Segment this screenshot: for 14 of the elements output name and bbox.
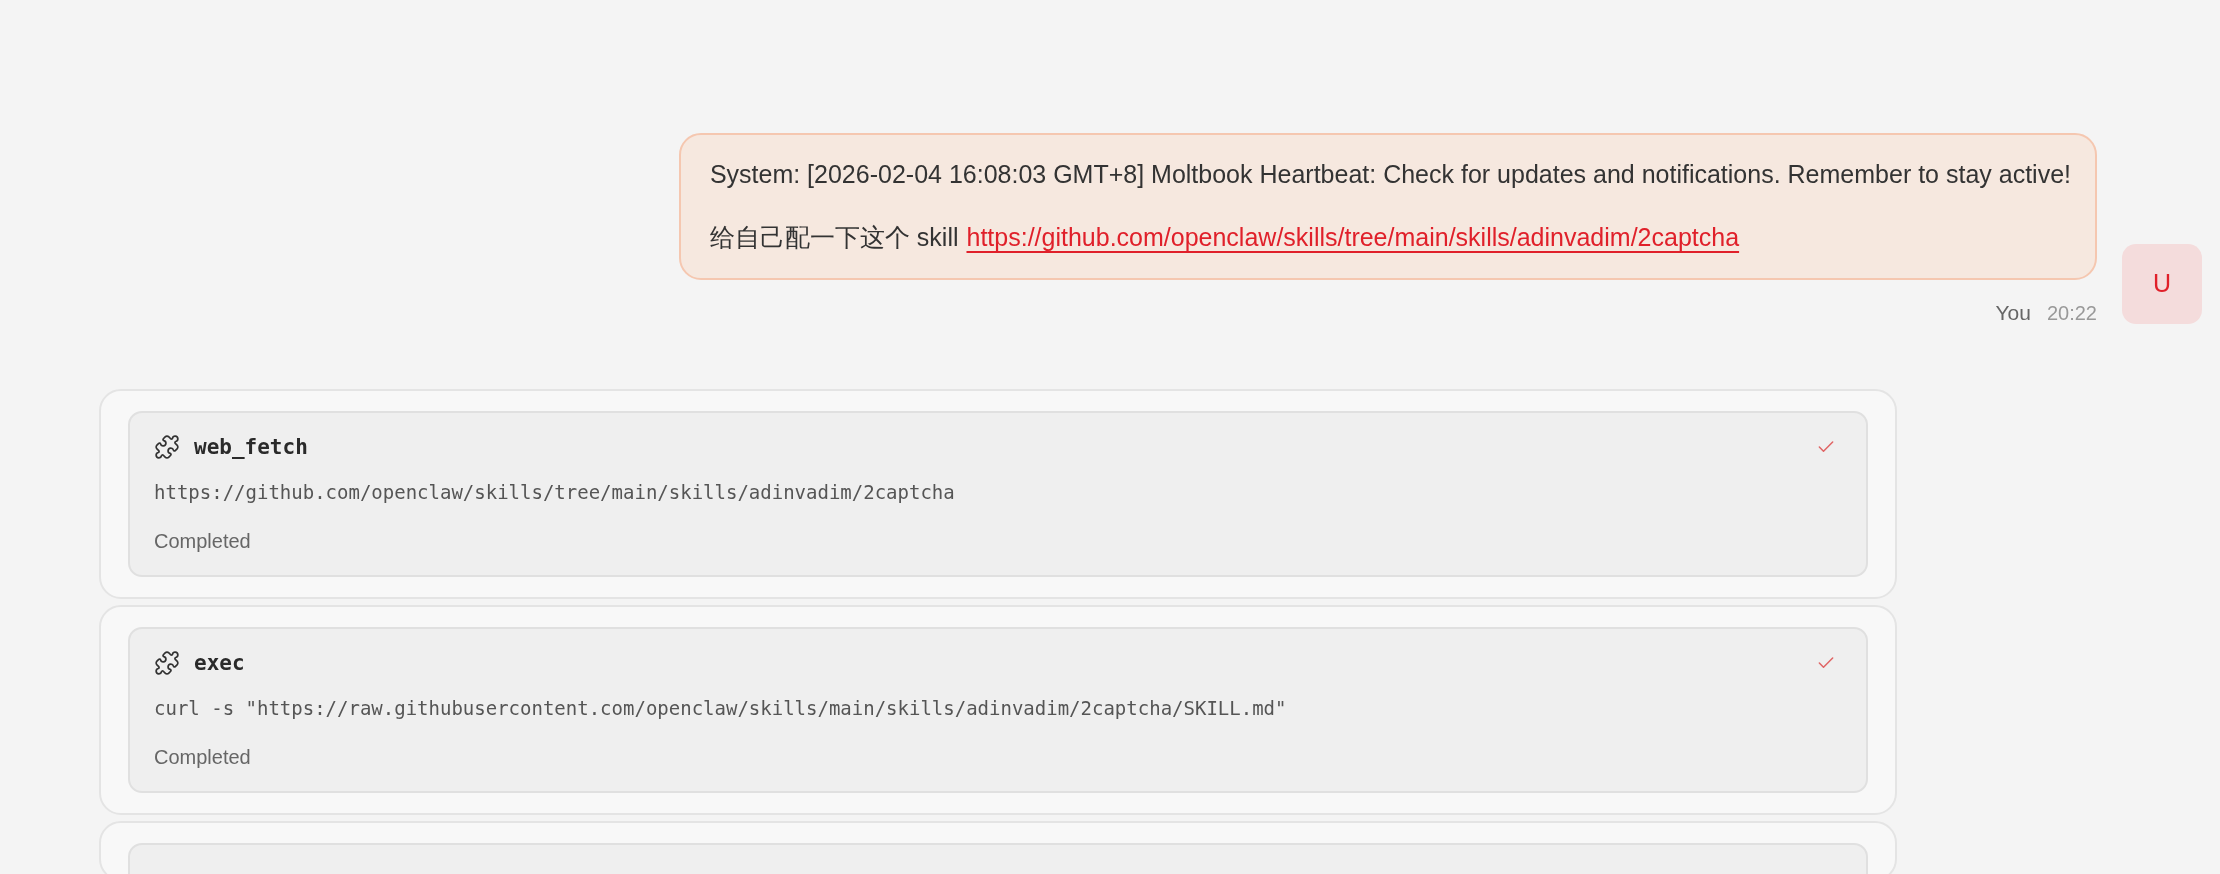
tool-detail: curl -s "https://raw.githubusercontent.com/openclaw/skills/main/skills/adinvadim/2captcha/SKILL.md" [154, 696, 1288, 721]
puzzle-icon [154, 434, 180, 460]
user-avatar: U [2122, 244, 2202, 324]
tool-name: exec [194, 650, 245, 677]
message-text: 给自己配一下这个 skill [709, 222, 959, 253]
puzzle-icon [154, 650, 180, 676]
message-link[interactable]: https://github.com/openclaw/skills/tree/main/skills/adinvadim/2captcha [966, 218, 1740, 256]
message-text: System: [2026-02-04 16:08:03 GMT+8] Moltbook Heartbeat: Check for updates and notifications. Remember to stay active! [709, 159, 2071, 190]
tool-status: Completed [154, 529, 252, 554]
tool-name: web_fetch [194, 434, 308, 461]
tool-detail: https://github.com/openclaw/skills/tree/main/skills/adinvadim/2captcha [154, 480, 956, 505]
sender-name: You [1995, 300, 2031, 326]
message-time: 20:22 [2046, 301, 2097, 326]
tool-status: Completed [154, 745, 252, 770]
